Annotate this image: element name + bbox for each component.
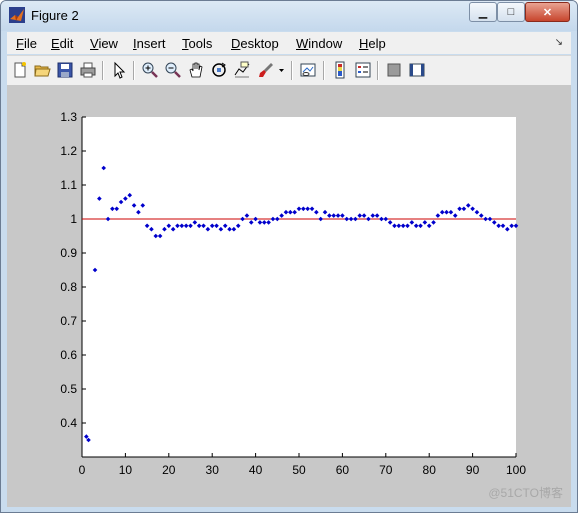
data-cursor-icon[interactable] — [233, 61, 251, 79]
x-tick-label: 50 — [292, 463, 306, 477]
y-tick-label: 1.2 — [60, 144, 77, 158]
y-tick-label: 0.4 — [60, 416, 77, 430]
toolbar-separator — [377, 61, 379, 80]
open-file-icon[interactable] — [33, 61, 51, 79]
insert-legend-icon[interactable] — [354, 61, 372, 79]
minimize-button[interactable]: ▁ — [469, 2, 497, 22]
hide-plot-tools-icon[interactable] — [385, 61, 403, 79]
plot-area[interactable]: 0 10 20 30 40 50 60 70 80 90 100 0.4 0.5 0.6 0.7 0.8 0.9… — [7, 85, 571, 507]
y-tick-label: 0.7 — [60, 314, 77, 328]
new-figure-icon[interactable] — [11, 61, 29, 79]
maximize-icon: □ — [507, 6, 515, 18]
x-tick-label: 30 — [206, 463, 220, 477]
title-bar[interactable]: Figure 2 ▁ □ ✕ — [1, 1, 577, 31]
y-tick-label: 0.8 — [60, 280, 77, 294]
x-tick-label: 40 — [249, 463, 263, 477]
window-title: Figure 2 — [31, 8, 79, 23]
y-tick-label: 0.6 — [60, 348, 77, 362]
x-tick-label: 70 — [379, 463, 393, 477]
toolbar-separator — [102, 61, 104, 80]
close-button[interactable]: ✕ — [525, 2, 570, 22]
x-tick-label: 80 — [423, 463, 437, 477]
menu-file[interactable]: File — [16, 36, 37, 51]
figure-toolbar — [7, 55, 571, 86]
minimize-icon: ▁ — [478, 6, 488, 19]
show-plot-tools-icon[interactable] — [408, 61, 426, 79]
figure-canvas: 0 10 20 30 40 50 60 70 80 90 100 0.4 0.5 0.6 0.7 0.8 0.9… — [7, 85, 571, 507]
y-tick-label: 0.5 — [60, 382, 77, 396]
menu-edit[interactable]: Edit — [51, 36, 73, 51]
x-tick-label: 60 — [336, 463, 350, 477]
brush-dropdown-icon[interactable] — [277, 61, 286, 79]
maximize-button[interactable]: □ — [497, 2, 525, 22]
toolbar-separator — [323, 61, 325, 80]
menu-help[interactable]: Help — [359, 36, 386, 51]
y-tick-label: 0.9 — [60, 246, 77, 260]
pan-icon[interactable] — [187, 61, 205, 79]
toolbar-separator — [291, 61, 293, 80]
x-tick-label: 0 — [79, 463, 86, 477]
print-icon[interactable] — [79, 61, 97, 79]
x-tick-label: 20 — [162, 463, 176, 477]
x-tick-label: 100 — [506, 463, 526, 477]
x-tick-label: 10 — [119, 463, 133, 477]
dock-arrow-icon[interactable]: ↘ — [555, 37, 563, 48]
link-plot-icon[interactable] — [299, 61, 317, 79]
menu-bar: File Edit View Insert Tools Desktop Wind… — [7, 32, 571, 54]
menu-desktop[interactable]: Desktop — [231, 36, 279, 51]
insert-colorbar-icon[interactable] — [331, 61, 349, 79]
menu-tools[interactable]: Tools — [182, 36, 212, 51]
rotate-3d-icon[interactable] — [210, 61, 228, 79]
brush-icon[interactable] — [257, 61, 275, 79]
x-tick-label: 90 — [466, 463, 480, 477]
edit-plot-icon[interactable] — [111, 61, 129, 79]
close-icon: ✕ — [542, 6, 553, 19]
axes-background — [82, 117, 516, 457]
y-tick-label: 1.3 — [60, 110, 77, 124]
matlab-logo-icon — [9, 7, 25, 23]
menu-window[interactable]: Window — [296, 36, 342, 51]
menu-insert[interactable]: Insert — [133, 36, 166, 51]
save-icon[interactable] — [56, 61, 74, 79]
figure-window: Figure 2 ▁ □ ✕ File Edit View Insert Too… — [0, 0, 578, 513]
zoom-out-icon[interactable] — [164, 61, 182, 79]
y-tick-label: 1.1 — [60, 178, 77, 192]
toolbar-separator — [133, 61, 135, 80]
y-tick-label: 1 — [70, 212, 77, 226]
zoom-in-icon[interactable] — [141, 61, 159, 79]
menu-view[interactable]: View — [90, 36, 118, 51]
watermark: @51CTO博客 — [488, 486, 563, 500]
